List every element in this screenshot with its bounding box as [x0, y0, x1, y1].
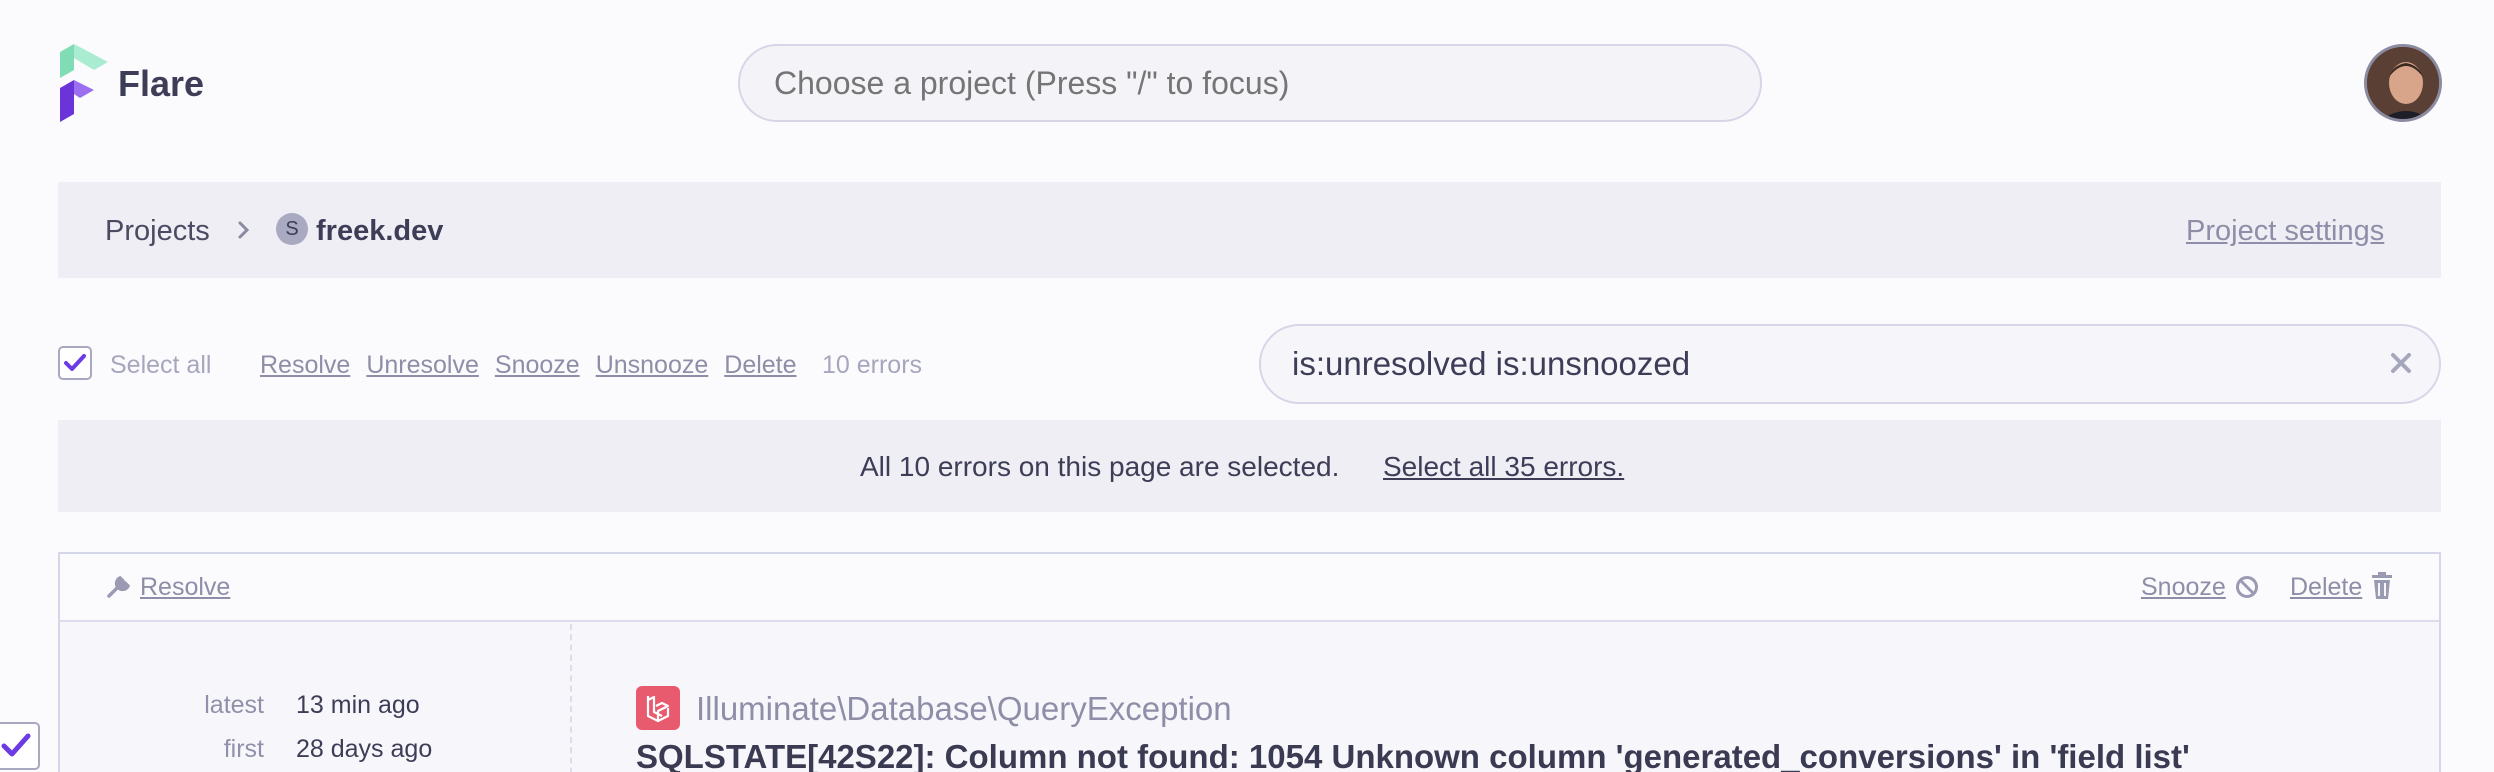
- exception-class[interactable]: Illuminate\Database\QueryException: [696, 690, 1232, 728]
- first-label: first: [223, 735, 264, 763]
- bulk-actions: Resolve Unresolve Snooze Unsnooze Delete: [260, 350, 797, 380]
- app-name[interactable]: Flare: [118, 62, 204, 106]
- select-all-label[interactable]: Select all: [110, 350, 211, 380]
- bulk-delete-button[interactable]: Delete: [724, 350, 796, 380]
- bulk-resolve-button[interactable]: Resolve: [260, 350, 350, 380]
- flare-logo-icon: [60, 44, 108, 122]
- select-all-checkbox[interactable]: [58, 346, 92, 380]
- delete-button[interactable]: Delete: [2290, 572, 2362, 602]
- latest-label: latest: [204, 691, 264, 719]
- resolve-button[interactable]: Resolve: [140, 572, 230, 602]
- breadcrumb-projects-link[interactable]: Projects: [105, 214, 210, 248]
- snooze-button[interactable]: Snooze: [2141, 572, 2226, 602]
- chevron-right-icon: [238, 221, 250, 239]
- project-settings-link[interactable]: Project settings: [2186, 214, 2384, 248]
- laravel-icon: [636, 686, 680, 730]
- user-avatar[interactable]: [2364, 44, 2442, 122]
- snooze-icon: [2236, 576, 2258, 598]
- exception-message[interactable]: SQLSTATE[42S22]: Column not found: 1054 …: [636, 738, 2190, 772]
- error-count: 10 errors: [822, 351, 923, 379]
- bulk-unsnooze-button[interactable]: Unsnooze: [596, 350, 709, 380]
- checkmark-icon: [1, 733, 31, 757]
- bulk-snooze-button[interactable]: Snooze: [495, 350, 580, 380]
- checkmark-icon: [64, 354, 86, 371]
- error-card-header: [60, 554, 2439, 622]
- error-row-checkbox[interactable]: [0, 722, 40, 770]
- trash-icon: [2372, 572, 2392, 599]
- card-divider: [570, 624, 572, 772]
- bulk-unresolve-button[interactable]: Unresolve: [366, 350, 479, 380]
- latest-value: 13 min ago: [296, 691, 420, 719]
- select-all-errors-link[interactable]: Select all 35 errors.: [1383, 450, 1624, 484]
- wrench-icon: [107, 575, 131, 598]
- project-initial-badge: S: [276, 213, 308, 245]
- first-value: 28 days ago: [296, 735, 433, 763]
- breadcrumb-project-name[interactable]: freek.dev: [316, 214, 443, 248]
- error-filter-value[interactable]: is:unresolved is:unsnoozed: [1292, 345, 1690, 383]
- project-search-input[interactable]: [738, 44, 1762, 122]
- selection-banner-text: All 10 errors on this page are selected.: [860, 451, 1340, 482]
- close-icon[interactable]: [2388, 350, 2414, 376]
